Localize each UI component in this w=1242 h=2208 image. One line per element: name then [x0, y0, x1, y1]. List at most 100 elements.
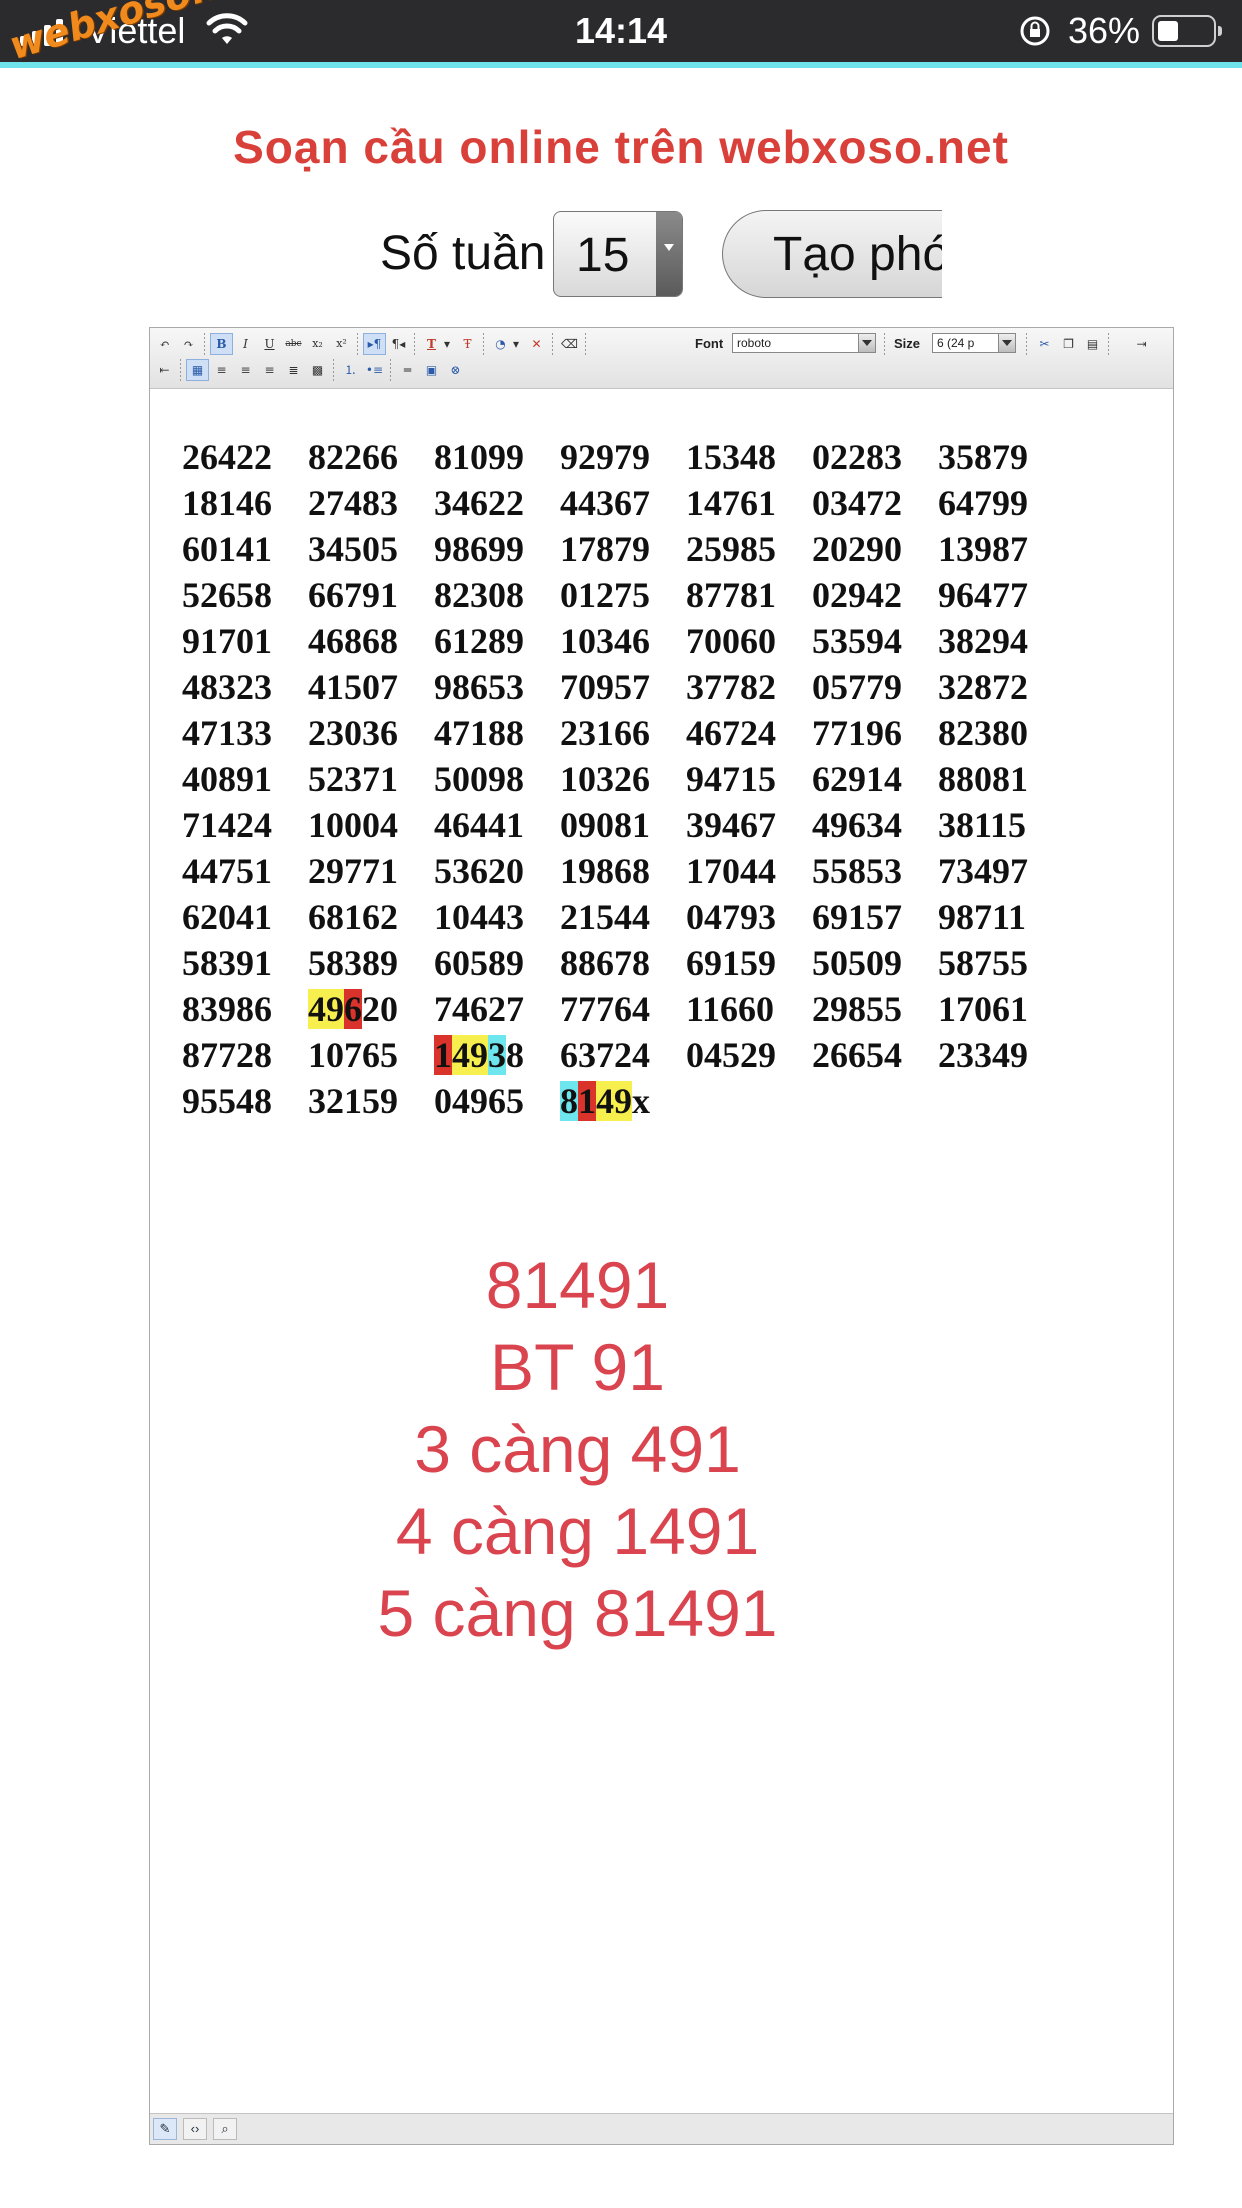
editor-toolbar: ↶ ↷ B I U abc x₂ x² ▸¶ ¶◂ T ▾ Ŧ ◔ ▾ ✕ ⌫ … — [150, 328, 1173, 389]
grid-row: 62041 68162 10443 21544 04793 69157 98711 — [182, 894, 1064, 940]
font-select-value: roboto — [737, 336, 772, 350]
grid-cell: 66791 — [308, 575, 398, 615]
align-justify-icon[interactable]: ≣ — [282, 359, 305, 381]
grid-cell: 35879 — [938, 437, 1028, 477]
grid-digits: 8 — [506, 1035, 524, 1075]
create-button[interactable]: Tạo phó — [722, 210, 942, 298]
unordered-list-icon[interactable]: •≡ — [363, 359, 386, 381]
toolbar-separator — [357, 333, 358, 355]
grid-cell: 34622 — [434, 483, 524, 523]
grid-cell: 69157 — [812, 897, 902, 937]
grid-cell: 47188 — [434, 713, 524, 753]
superscript-icon[interactable]: x² — [330, 333, 353, 355]
remove-highlight-icon[interactable]: ✕ — [525, 333, 548, 355]
grid-cell: 02942 — [812, 575, 902, 615]
font-label: Font — [695, 336, 724, 351]
grid-row: 52658 66791 82308 01275 87781 02942 96477 — [182, 572, 1064, 618]
rich-text-editor[interactable]: ↶ ↷ B I U abc x₂ x² ▸¶ ¶◂ T ▾ Ŧ ◔ ▾ ✕ ⌫ … — [149, 327, 1174, 2145]
ltr-direction-icon[interactable]: ▸¶ — [363, 333, 386, 355]
grid-cell: 10765 — [308, 1035, 398, 1075]
editor-mode-bar: ✎ ‹› ⌕ — [150, 2113, 1173, 2144]
grid-cell: 14938 — [434, 1032, 560, 1078]
grid-cell: 73497 — [938, 851, 1028, 891]
grid-cell: 52658 — [182, 575, 272, 615]
strikethrough-icon[interactable]: abc — [282, 333, 305, 355]
grid-cell: 01275 — [560, 575, 650, 615]
clock: 14:14 — [574, 10, 668, 51]
grid-cell: 83986 — [182, 989, 272, 1029]
size-select[interactable]: 6 (24 p — [932, 333, 1016, 353]
grid-cell: 26654 — [812, 1035, 902, 1075]
remove-format-icon[interactable]: Ŧ — [456, 333, 479, 355]
undo-icon[interactable]: ↶ — [153, 333, 176, 355]
weeks-select[interactable]: 15 — [553, 211, 683, 297]
font-select[interactable]: roboto — [732, 333, 876, 353]
toolbar-separator — [1026, 333, 1027, 355]
align-right-icon[interactable]: ≡ — [258, 359, 281, 381]
align-left-icon[interactable]: ≡ — [210, 359, 233, 381]
grid-row: 58391 58389 60589 88678 69159 50509 58755 — [182, 940, 1064, 986]
grid-cell: 13987 — [938, 529, 1028, 569]
grid-cell: 05779 — [812, 667, 902, 707]
grid-row: 47133 23036 47188 23166 46724 77196 82380 — [182, 710, 1064, 756]
editor-content[interactable]: 26422 82266 81099 92979 15348 02283 35879 18146… — [150, 389, 1173, 2084]
result-line-4: 4 càng 1491 — [395, 1494, 760, 1568]
copy-icon[interactable]: ❐ — [1057, 333, 1080, 355]
grid-cell: 44751 — [182, 851, 272, 891]
bold-icon[interactable]: B — [210, 333, 233, 355]
grid-cell: 27483 — [308, 483, 398, 523]
highlighted-digits: 49 — [596, 1081, 632, 1121]
grid-cell: 02283 — [812, 437, 902, 477]
subscript-icon[interactable]: x₂ — [306, 333, 329, 355]
grid-cell: 23036 — [308, 713, 398, 753]
redo-icon[interactable]: ↷ — [177, 333, 200, 355]
chevron-down-icon — [998, 334, 1015, 352]
outdent-icon[interactable]: ⇤ — [153, 359, 176, 381]
html-mode-icon[interactable]: ‹› — [183, 2118, 207, 2140]
italic-icon[interactable]: I — [234, 333, 257, 355]
table-icon[interactable]: ▩ — [306, 359, 329, 381]
preview-icon[interactable]: ⌕ — [213, 2118, 237, 2140]
insert-link-icon[interactable]: ⊗ — [444, 359, 467, 381]
chevron-down-icon — [858, 334, 875, 352]
grid-cell: 88678 — [560, 943, 650, 983]
weeks-select-value: 15 — [576, 229, 630, 282]
grid-cell: 39467 — [686, 805, 776, 845]
page-title: Soạn cầu online trên webxoso.net — [233, 121, 1009, 173]
grid-cell: 44367 — [560, 483, 650, 523]
horizontal-rule-icon[interactable]: ═ — [396, 359, 419, 381]
rotation-lock-icon — [1020, 16, 1050, 46]
grid-cell: 37782 — [686, 667, 776, 707]
eraser-icon[interactable]: ⌫ — [558, 333, 581, 355]
indent-icon[interactable]: ⇥ — [1130, 333, 1153, 355]
grid-digits: x — [632, 1081, 650, 1121]
result-line-5: 5 càng 81491 — [377, 1576, 778, 1650]
grid-cell: 71424 — [182, 805, 272, 845]
grid-cell: 68162 — [308, 897, 398, 937]
cut-icon[interactable]: ✂ — [1033, 333, 1056, 355]
rtl-direction-icon[interactable]: ¶◂ — [387, 333, 410, 355]
highlighted-digits: 1 — [578, 1081, 596, 1121]
grid-cell: 11660 — [686, 989, 775, 1029]
paste-icon[interactable]: ▤ — [1081, 333, 1104, 355]
chevron-down-icon[interactable]: ▾ — [440, 333, 454, 355]
grid-cell: 04793 — [686, 897, 776, 937]
grid-cell: 82266 — [308, 437, 398, 477]
grid-cell: 53594 — [812, 621, 902, 661]
grid-cell: 03472 — [812, 483, 902, 523]
grid-cell: 47133 — [182, 713, 272, 753]
chevron-down-icon[interactable]: ▾ — [509, 333, 523, 355]
grid-cell: 95548 — [182, 1081, 272, 1121]
size-select-value: 6 (24 p — [937, 336, 975, 350]
design-mode-icon[interactable]: ✎ — [153, 2118, 177, 2140]
grid-row: 87728 10765 14938 63724 04529 26654 23349 — [182, 1032, 1064, 1078]
insert-image-icon[interactable]: ▣ — [420, 359, 443, 381]
align-center-icon[interactable]: ≡ — [234, 359, 257, 381]
underline-icon[interactable]: U — [258, 333, 281, 355]
block-format-icon[interactable]: ▦ — [186, 359, 209, 381]
ordered-list-icon[interactable]: ⒈ — [339, 359, 362, 381]
grid-cell: 38115 — [938, 805, 1027, 845]
grid-row: 60141 34505 98699 17879 25985 20290 13987 — [182, 526, 1064, 572]
grid-cell: 87781 — [686, 575, 776, 615]
grid-cell: 8149x — [560, 1078, 686, 1124]
